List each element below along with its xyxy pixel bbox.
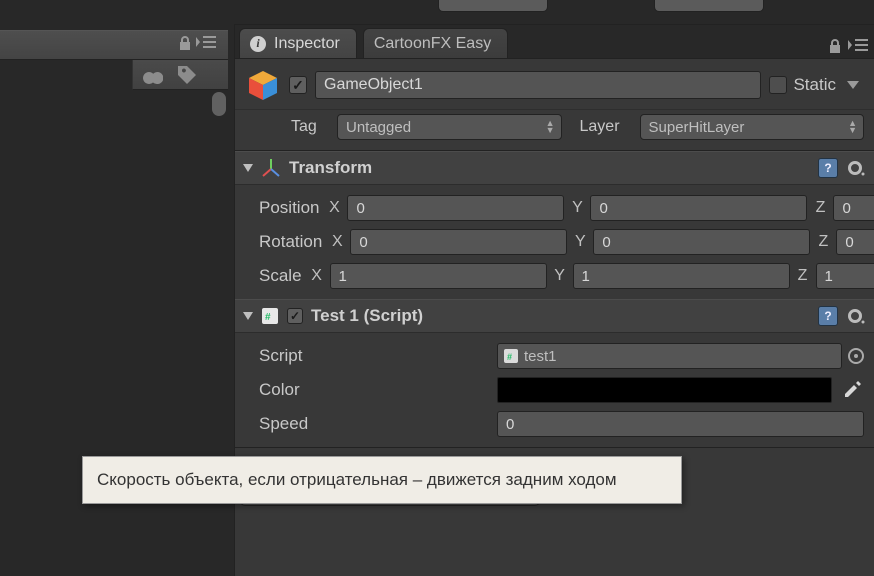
updown-icon: ▲▼ (546, 120, 553, 134)
rotation-label: Rotation (259, 232, 322, 252)
scale-z-input[interactable] (816, 263, 874, 289)
script-reference-field[interactable]: # test1 (497, 343, 842, 369)
tab-cartoonfx[interactable]: CartoonFX Easy (363, 28, 508, 58)
foldout-icon[interactable] (243, 164, 253, 172)
layer-label: Layer (580, 118, 632, 136)
gameobject-icon (245, 67, 281, 103)
scrollbar-thumb[interactable] (212, 92, 226, 116)
tag-layer-row: Tag Untagged ▲▼ Layer SuperHitLayer ▲▼ (235, 110, 874, 151)
color-row: Color (235, 373, 874, 407)
rotation-y-input[interactable] (593, 229, 810, 255)
component-title: Test 1 (Script) (311, 306, 423, 326)
gameobject-name-input[interactable] (315, 71, 761, 99)
type-filter-icon[interactable] (143, 66, 163, 84)
object-picker-icon[interactable] (848, 348, 864, 364)
axis-z-label: Z (811, 199, 829, 217)
rotation-z-input[interactable] (836, 229, 874, 255)
gear-icon[interactable] (846, 306, 866, 326)
tag-value: Untagged (346, 119, 411, 136)
tooltip: Скорость объекта, если отрицательная – д… (82, 456, 682, 504)
static-dropdown-icon[interactable] (842, 74, 864, 96)
svg-text:#: # (507, 352, 512, 362)
axis-x-label: X (325, 199, 343, 217)
position-y-input[interactable] (590, 195, 807, 221)
help-icon[interactable]: ? (818, 158, 838, 178)
tab-label: Inspector (274, 35, 340, 53)
gear-icon[interactable] (846, 158, 866, 178)
component-title: Transform (289, 158, 372, 178)
speed-row: Speed (235, 407, 874, 441)
tab-label: CartoonFX Easy (374, 35, 491, 53)
speed-label: Speed (259, 414, 491, 434)
rotation-x-input[interactable] (350, 229, 567, 255)
tooltip-text: Скорость объекта, если отрицательная – д… (97, 470, 617, 489)
scale-x-input[interactable] (330, 263, 547, 289)
axis-y-label: Y (568, 199, 586, 217)
gameobject-header: ✓ Static (235, 59, 874, 110)
lock-icon[interactable] (828, 38, 842, 54)
layer-value: SuperHitLayer (649, 119, 745, 136)
rotation-row: Rotation X Y Z (235, 225, 874, 259)
csharp-mini-icon: # (504, 349, 518, 363)
static-checkbox[interactable] (769, 76, 787, 94)
script-reference-value: test1 (524, 348, 557, 365)
active-checkbox[interactable]: ✓ (289, 76, 307, 94)
script-header[interactable]: # ✓ Test 1 (Script) ? (235, 299, 874, 333)
scale-row: Scale X Y Z (235, 259, 874, 293)
svg-text:#: # (265, 312, 271, 323)
position-z-input[interactable] (833, 195, 874, 221)
lock-icon[interactable] (178, 35, 192, 51)
color-field[interactable] (497, 377, 832, 403)
color-label: Color (259, 380, 491, 400)
panel-menu-icon[interactable] (196, 36, 216, 50)
script-ref-row: Script # test1 (235, 339, 874, 373)
static-label: Static (793, 75, 836, 95)
scale-label: Scale (259, 266, 302, 286)
tag-label: Tag (291, 118, 329, 136)
scale-y-input[interactable] (573, 263, 790, 289)
layer-dropdown[interactable]: SuperHitLayer ▲▼ (640, 114, 865, 140)
tag-dropdown[interactable]: Untagged ▲▼ (337, 114, 562, 140)
transform-header[interactable]: Transform ? (235, 151, 874, 185)
script-label: Script (259, 346, 491, 366)
position-label: Position (259, 198, 319, 218)
label-filter-icon[interactable] (177, 65, 197, 85)
panel-menu-icon[interactable] (848, 39, 868, 53)
script-enabled-checkbox[interactable]: ✓ (287, 308, 303, 324)
position-x-input[interactable] (347, 195, 564, 221)
updown-icon: ▲▼ (848, 120, 855, 134)
help-icon[interactable]: ? (818, 306, 838, 326)
info-icon: i (250, 36, 266, 52)
eyedropper-icon[interactable] (844, 380, 864, 400)
speed-input[interactable] (497, 411, 864, 437)
tab-inspector[interactable]: i Inspector (239, 28, 357, 58)
position-row: Position X Y Z (235, 191, 874, 225)
csharp-script-icon: # (261, 307, 279, 325)
foldout-icon[interactable] (243, 312, 253, 320)
tab-strip: i Inspector CartoonFX Easy (235, 25, 874, 59)
transform-icon (261, 158, 281, 178)
